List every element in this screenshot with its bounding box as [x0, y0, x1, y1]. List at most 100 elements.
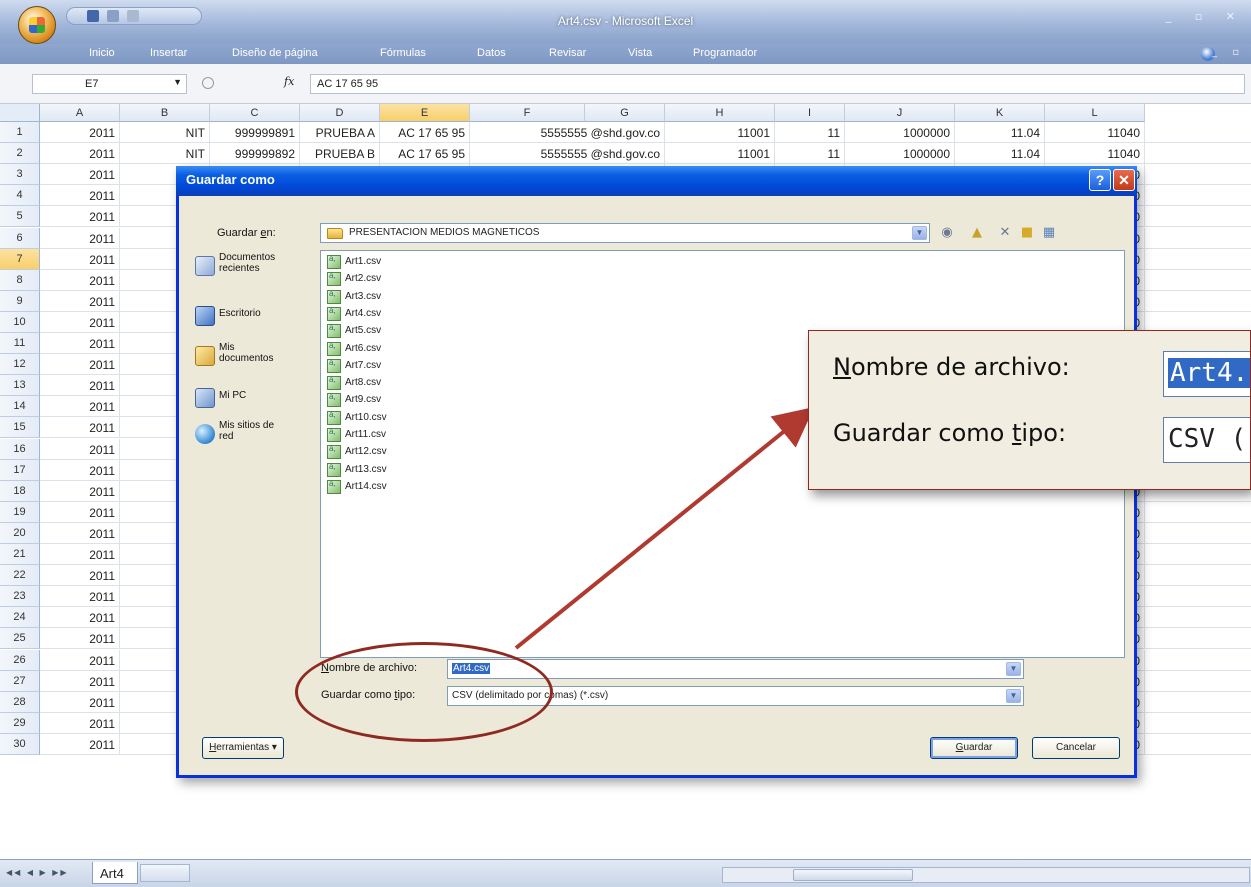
column-header-c[interactable]: C [210, 104, 300, 122]
cell-c1[interactable]: 999999891 [210, 122, 300, 143]
delete-icon[interactable]: ✕ [997, 225, 1013, 241]
tab-vista[interactable]: Vista [628, 47, 652, 59]
column-header-b[interactable]: B [120, 104, 210, 122]
cell-a30[interactable]: 2011 [40, 733, 120, 755]
row-header[interactable]: 12 [0, 354, 40, 376]
back-icon[interactable]: ◉ [939, 225, 955, 241]
chevron-down-icon[interactable]: ▼ [173, 77, 182, 87]
cell-h2[interactable]: 11001 [665, 143, 775, 165]
cell-a4[interactable]: 2011 [40, 185, 120, 207]
column-header-a[interactable]: A [40, 104, 120, 122]
tab-revisar[interactable]: Revisar [549, 47, 586, 59]
chevron-down-icon[interactable]: ▼ [1006, 689, 1021, 703]
column-header-l[interactable]: L [1045, 104, 1145, 122]
row-header[interactable]: 1 [0, 122, 40, 143]
place-network[interactable]: Mis sitios de red [189, 418, 293, 468]
chevron-down-icon[interactable]: ▼ [912, 226, 927, 240]
cell-a11[interactable]: 2011 [40, 333, 120, 354]
tab-datos[interactable]: Datos [477, 47, 506, 59]
cell-a2[interactable]: 2011 [40, 143, 120, 165]
row-header[interactable]: 13 [0, 375, 40, 397]
cell-l2[interactable]: 11040 [1045, 143, 1145, 165]
row-header[interactable]: 11 [0, 333, 40, 354]
cell-a6[interactable]: 2011 [40, 227, 120, 249]
cell-a8[interactable]: 2011 [40, 269, 120, 291]
column-header-k[interactable]: K [955, 104, 1045, 122]
views-icon[interactable]: ▦ [1041, 225, 1057, 241]
row-header[interactable]: 21 [0, 544, 40, 565]
cell-h1[interactable]: 11001 [665, 122, 775, 143]
cell-i2[interactable]: 11 [775, 143, 845, 165]
cell-a12[interactable]: 2011 [40, 354, 120, 376]
row-header[interactable]: 28 [0, 691, 40, 713]
cell-e2[interactable]: AC 17 65 95 [380, 143, 470, 165]
column-header-g[interactable]: G [585, 104, 665, 122]
row-header[interactable]: 2 [0, 143, 40, 165]
row-header[interactable]: 6 [0, 227, 40, 249]
column-header-d[interactable]: D [300, 104, 380, 122]
row-header[interactable]: 27 [0, 670, 40, 692]
cell-a20[interactable]: 2011 [40, 522, 120, 544]
row-header[interactable]: 5 [0, 206, 40, 228]
formula-cancel-icon[interactable] [202, 77, 214, 89]
cell-e1[interactable]: AC 17 65 95 [380, 122, 470, 143]
cell-k2[interactable]: 11.04 [955, 143, 1045, 165]
row-header[interactable]: 9 [0, 290, 40, 312]
cell-b1[interactable]: NIT [120, 122, 210, 143]
up-folder-icon[interactable]: ▲ [969, 225, 985, 241]
row-header[interactable]: 18 [0, 480, 40, 502]
cell-k1[interactable]: 11.04 [955, 122, 1045, 143]
cell-f1[interactable]: 5555555 @shd.gov.co [470, 122, 665, 143]
cell-j1[interactable]: 1000000 [845, 122, 955, 143]
cell-a27[interactable]: 2011 [40, 670, 120, 692]
row-header[interactable]: 29 [0, 712, 40, 734]
row-header[interactable]: 16 [0, 438, 40, 460]
row-header[interactable]: 8 [0, 269, 40, 291]
scrollbar-thumb[interactable] [793, 869, 913, 881]
column-header-h[interactable]: H [665, 104, 775, 122]
row-header[interactable]: 14 [0, 396, 40, 418]
cell-l1[interactable]: 11040 [1045, 122, 1145, 143]
cell-a21[interactable]: 2011 [40, 544, 120, 565]
cell-a10[interactable]: 2011 [40, 311, 120, 333]
cell-a19[interactable]: 2011 [40, 501, 120, 523]
look-in-dropdown[interactable]: PRESENTACION MEDIOS MAGNETICOS ▼ [320, 223, 930, 243]
tools-button[interactable]: Herramientas ▾ [202, 737, 284, 759]
column-header-e[interactable]: E [380, 104, 470, 122]
cell-a29[interactable]: 2011 [40, 712, 120, 734]
cell-a14[interactable]: 2011 [40, 396, 120, 418]
row-header[interactable]: 3 [0, 164, 40, 186]
window-controls[interactable]: _ ▫ ✕ [1166, 10, 1245, 23]
row-header[interactable]: 24 [0, 607, 40, 629]
sheet-tab-art4[interactable]: Art4 [92, 862, 138, 884]
save-button[interactable]: Guardar [930, 737, 1018, 759]
chevron-down-icon[interactable]: ▼ [1006, 662, 1021, 676]
cell-a18[interactable]: 2011 [40, 480, 120, 502]
cell-a1[interactable]: 2011 [40, 122, 120, 143]
row-header[interactable]: 30 [0, 733, 40, 755]
cell-d2[interactable]: PRUEBA B [300, 143, 380, 165]
cell-a24[interactable]: 2011 [40, 607, 120, 629]
cell-a13[interactable]: 2011 [40, 375, 120, 397]
row-header[interactable]: 4 [0, 185, 40, 207]
cell-j2[interactable]: 1000000 [845, 143, 955, 165]
cell-a9[interactable]: 2011 [40, 290, 120, 312]
insert-function-icon[interactable]: fx [284, 75, 294, 88]
cell-a3[interactable]: 2011 [40, 164, 120, 186]
tab-programador[interactable]: Programador [693, 47, 757, 59]
tab-inicio[interactable]: Inicio [89, 47, 115, 59]
cell-a7[interactable]: 2011 [40, 248, 120, 270]
cell-a28[interactable]: 2011 [40, 691, 120, 713]
cell-a15[interactable]: 2011 [40, 417, 120, 439]
sheet-nav-buttons[interactable]: ◀◀ ◀ ▶ ▶▶ [6, 868, 69, 877]
cancel-button[interactable]: Cancelar [1032, 737, 1120, 759]
new-folder-icon[interactable]: ■ [1019, 225, 1035, 241]
row-header[interactable]: 15 [0, 417, 40, 439]
tab-diseno-de-pagina[interactable]: Diseño de página [232, 47, 318, 59]
row-header[interactable]: 26 [0, 649, 40, 671]
cell-a22[interactable]: 2011 [40, 565, 120, 587]
column-header-i[interactable]: I [775, 104, 845, 122]
column-header-j[interactable]: J [845, 104, 955, 122]
cell-a17[interactable]: 2011 [40, 459, 120, 481]
row-header[interactable]: 10 [0, 311, 40, 333]
